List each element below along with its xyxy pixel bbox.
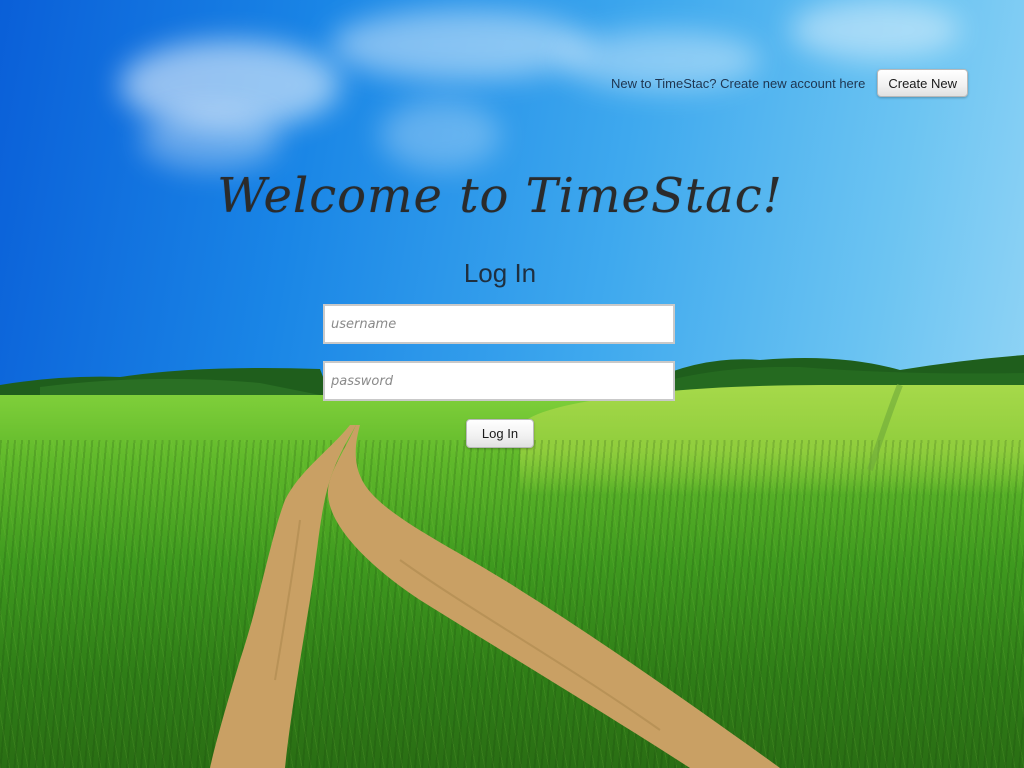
create-account-prompt: New to TimeStac? Create new account here <box>611 75 866 91</box>
page-title: Welcome to TimeStac! <box>217 168 783 224</box>
login-button[interactable]: Log In <box>466 419 534 448</box>
create-account-area: New to TimeStac? Create new account here… <box>611 69 968 97</box>
login-heading: Log In <box>463 258 537 288</box>
create-new-button[interactable]: Create New <box>877 69 968 97</box>
login-page: New to TimeStac? Create new account here… <box>0 0 1024 768</box>
username-input[interactable] <box>323 304 675 344</box>
password-input[interactable] <box>323 361 675 401</box>
